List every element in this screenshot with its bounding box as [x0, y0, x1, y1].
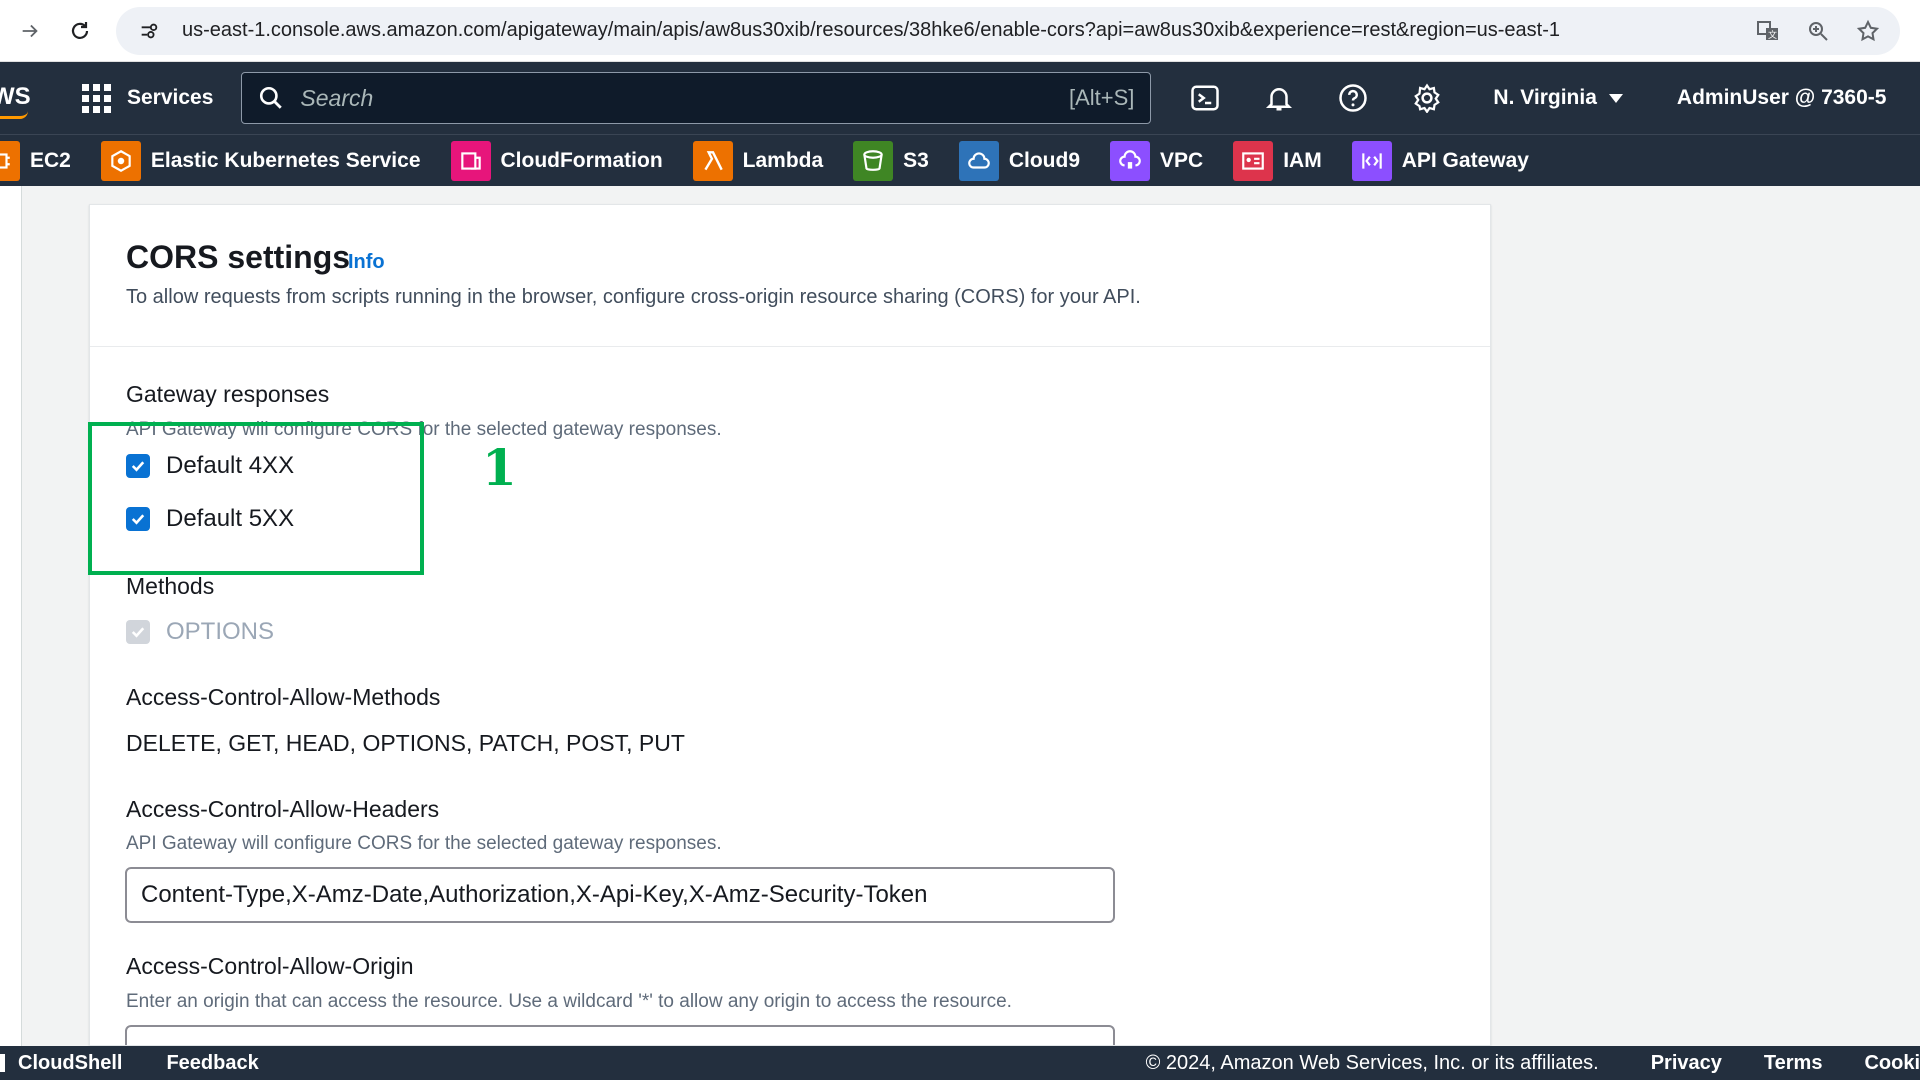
forward-button[interactable]	[10, 11, 50, 51]
cloudshell-button[interactable]: CloudShell	[0, 1052, 122, 1075]
browser-toolbar: us-east-1.console.aws.amazon.com/apigate…	[0, 0, 1920, 62]
page-title: CORS settings	[126, 239, 351, 275]
options-label: OPTIONS	[166, 618, 275, 645]
svg-text:文: 文	[1768, 29, 1777, 41]
aws-logo-text: WS	[0, 83, 31, 110]
eks-icon	[100, 140, 141, 181]
cookies-link[interactable]: Cooki	[1864, 1052, 1920, 1075]
allow-origin-input[interactable]	[125, 1025, 1115, 1045]
allow-origin-description: Enter an origin that can access the reso…	[126, 991, 1012, 1012]
cloudshell-icon[interactable]	[1185, 78, 1225, 118]
address-bar[interactable]: us-east-1.console.aws.amazon.com/apigate…	[116, 6, 1900, 55]
favorite-label: VPC	[1160, 148, 1204, 172]
site-info-icon[interactable]	[134, 16, 164, 46]
terminal-icon	[0, 1054, 5, 1072]
terms-link[interactable]: Terms	[1764, 1052, 1823, 1075]
account-menu[interactable]: AdminUser @ 7360-5	[1677, 86, 1887, 110]
checkbox-disabled-icon	[126, 620, 150, 644]
aws-top-nav: WS Services Search [Alt+S] N. Virginia A…	[0, 62, 1920, 134]
info-link[interactable]: Info	[348, 251, 385, 274]
reload-icon	[71, 21, 89, 39]
api-gateway-icon	[1351, 140, 1392, 181]
favorite-cloud9[interactable]: Cloud9	[958, 140, 1081, 181]
favorite-lambda[interactable]: Lambda	[692, 140, 824, 181]
s3-icon	[853, 140, 894, 181]
search-placeholder: Search	[300, 84, 374, 111]
favorites-bar: EC2 Elastic Kubernetes Service CloudFormat…	[0, 134, 1920, 186]
bookmark-star-icon[interactable]	[1854, 17, 1882, 45]
iam-icon	[1233, 140, 1274, 181]
settings-gear-icon[interactable]	[1407, 78, 1447, 118]
favorite-ec2[interactable]: EC2	[0, 140, 71, 181]
url-text[interactable]: us-east-1.console.aws.amazon.com/apigate…	[182, 19, 1754, 42]
cloud9-icon	[958, 140, 999, 181]
reload-button[interactable]	[60, 11, 100, 51]
favorite-label: API Gateway	[1401, 148, 1529, 172]
services-label: Services	[127, 86, 214, 109]
favorite-label: IAM	[1283, 148, 1322, 172]
allow-methods-label: Access-Control-Allow-Methods	[126, 684, 441, 710]
cloudshell-label: CloudShell	[18, 1051, 123, 1074]
favorite-label: Cloud9	[1008, 148, 1081, 172]
favorite-cloudformation[interactable]: CloudFormation	[450, 140, 663, 181]
ec2-icon	[0, 140, 20, 181]
annotation-highlight-box	[88, 422, 424, 575]
favorite-label: CloudFormation	[500, 148, 663, 172]
allow-headers-description: API Gateway will configure CORS for the …	[126, 833, 722, 854]
methods-label: Methods	[126, 573, 215, 599]
vpc-icon	[1110, 140, 1151, 181]
panel-header: CORS settings Info To allow requests fro…	[90, 205, 1490, 347]
allow-methods-value: DELETE, GET, HEAD, OPTIONS, PATCH, POST,…	[126, 730, 685, 756]
feedback-link[interactable]: Feedback	[166, 1052, 258, 1075]
caret-down-icon	[1608, 93, 1623, 103]
favorite-label: Lambda	[742, 148, 824, 172]
translate-icon[interactable]: 文	[1754, 17, 1782, 45]
favorite-label: Elastic Kubernetes Service	[150, 148, 421, 172]
console-footer: CloudShell Feedback © 2024, Amazon Web S…	[0, 1046, 1920, 1080]
grid-icon	[82, 83, 111, 113]
region-label: N. Virginia	[1493, 86, 1597, 109]
region-selector[interactable]: N. Virginia	[1493, 86, 1623, 110]
allow-origin-label: Access-Control-Allow-Origin	[126, 953, 414, 979]
privacy-link[interactable]: Privacy	[1651, 1052, 1722, 1075]
search-shortcut: [Alt+S]	[1069, 85, 1135, 110]
zoom-icon[interactable]	[1804, 17, 1832, 45]
favorite-elastic-kubernetes-service[interactable]: Elastic Kubernetes Service	[100, 140, 421, 181]
favorite-label: S3	[903, 148, 929, 172]
lambda-icon	[692, 140, 733, 181]
allow-headers-input[interactable]: Content-Type,X-Amz-Date,Authorization,X-…	[125, 867, 1115, 923]
favorite-vpc[interactable]: VPC	[1110, 140, 1204, 181]
side-navigation-rail[interactable]	[0, 186, 22, 1046]
page-description: To allow requests from scripts running i…	[126, 286, 1141, 308]
search-input[interactable]: Search [Alt+S]	[241, 72, 1152, 124]
notifications-bell-icon[interactable]	[1259, 78, 1299, 118]
services-menu-button[interactable]: Services	[82, 83, 214, 113]
cloudformation-icon	[450, 140, 491, 181]
annotation-number: 1	[482, 438, 517, 497]
favorite-api-gateway[interactable]: API Gateway	[1351, 140, 1529, 181]
favorite-label: EC2	[30, 148, 71, 172]
favorite-iam[interactable]: IAM	[1233, 140, 1322, 181]
aws-logo[interactable]: WS	[0, 73, 40, 123]
favorite-s3[interactable]: S3	[853, 140, 929, 181]
gateway-responses-label: Gateway responses	[126, 381, 330, 407]
arrow-right-icon	[22, 24, 38, 37]
help-icon[interactable]	[1333, 78, 1373, 118]
copyright-text: © 2024, Amazon Web Services, Inc. or its…	[1145, 1051, 1599, 1074]
allow-headers-label: Access-Control-Allow-Headers	[126, 796, 440, 822]
search-icon	[260, 86, 283, 109]
options-checkbox: OPTIONS	[126, 618, 274, 646]
cors-settings-panel: CORS settings Info To allow requests fro…	[89, 204, 1491, 1046]
